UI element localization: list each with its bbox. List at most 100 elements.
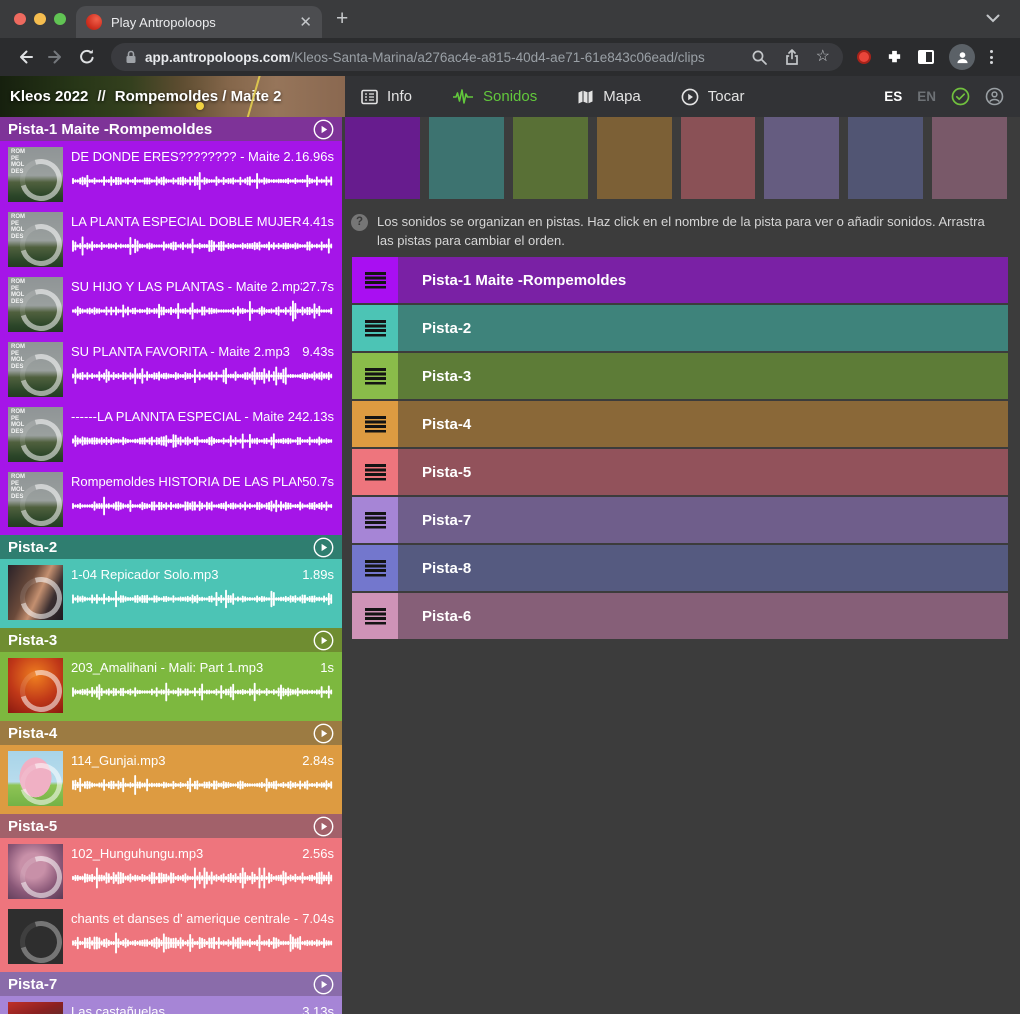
pista-section-title[interactable]: Pista-7 bbox=[8, 976, 313, 993]
macos-close-button[interactable] bbox=[14, 13, 26, 25]
track-row-label[interactable]: Pista-3 bbox=[398, 368, 471, 385]
track-row[interactable]: Pista-8 bbox=[352, 545, 1008, 591]
clip-thumbnail[interactable]: ROM PE MOL DES bbox=[8, 212, 63, 267]
forward-icon[interactable] bbox=[43, 44, 69, 70]
breadcrumb-project[interactable]: Kleos 2022 bbox=[10, 88, 88, 105]
pista-section-title[interactable]: Pista-1 Maite -Rompemoldes bbox=[8, 121, 313, 138]
clip-waveform[interactable] bbox=[71, 170, 334, 192]
track-drag-handle[interactable] bbox=[352, 353, 398, 399]
bookmark-star-icon[interactable]: ☆ bbox=[816, 49, 830, 65]
pista-play-icon[interactable] bbox=[313, 723, 334, 744]
audio-clip[interactable]: Las castañuelas 3.13s bbox=[8, 1002, 334, 1014]
audio-clip[interactable]: ROM PE MOL DES SU PLANTA FAVORITA - Mait… bbox=[8, 342, 334, 397]
clip-thumbnail[interactable] bbox=[8, 909, 63, 964]
extensions-puzzle-icon[interactable] bbox=[886, 49, 903, 66]
track-row[interactable]: Pista-2 bbox=[352, 305, 1008, 351]
browser-menu-icon[interactable] bbox=[990, 50, 993, 64]
audio-clip[interactable]: 102_Hunguhungu.mp3 2.56s bbox=[8, 844, 334, 899]
share-icon[interactable] bbox=[784, 49, 800, 66]
clip-thumbnail[interactable] bbox=[8, 565, 63, 620]
tab-info[interactable]: Info bbox=[361, 88, 412, 105]
audio-clip[interactable]: 203_Amalihani - Mali: Part 1.mp3 1s bbox=[8, 658, 334, 713]
audio-clip[interactable]: chants et danses d' amerique centrale - … bbox=[8, 909, 334, 964]
audio-clip[interactable]: ROM PE MOL DES ------LA PLANNTA ESPECIAL… bbox=[8, 407, 334, 462]
track-row[interactable]: Pista-4 bbox=[352, 401, 1008, 447]
clip-waveform[interactable] bbox=[71, 867, 334, 889]
track-drag-handle[interactable] bbox=[352, 593, 398, 639]
reload-icon[interactable] bbox=[74, 44, 100, 70]
record-extension-icon[interactable] bbox=[857, 50, 871, 64]
pista-section-title[interactable]: Pista-4 bbox=[8, 725, 313, 742]
clip-thumbnail[interactable]: ROM PE MOL DES bbox=[8, 407, 63, 462]
audio-clip[interactable]: ROM PE MOL DES SU HIJO Y LAS PLANTAS - M… bbox=[8, 277, 334, 332]
pista-play-icon[interactable] bbox=[313, 537, 334, 558]
pista-section-title[interactable]: Pista-3 bbox=[8, 632, 313, 649]
profile-avatar[interactable] bbox=[949, 44, 975, 70]
track-drag-handle[interactable] bbox=[352, 545, 398, 591]
tab-close-icon[interactable]: ✕ bbox=[299, 15, 312, 30]
track-row-label[interactable]: Pista-8 bbox=[398, 560, 471, 577]
browser-tab[interactable]: Play Antropoloops ✕ bbox=[76, 6, 322, 38]
audio-clip[interactable]: ROM PE MOL DES Rompemoldes HISTORIA DE L… bbox=[8, 472, 334, 527]
account-icon[interactable] bbox=[985, 87, 1004, 106]
track-row[interactable]: Pista-7 bbox=[352, 497, 1008, 543]
track-drag-handle[interactable] bbox=[352, 497, 398, 543]
language-en[interactable]: EN bbox=[917, 89, 936, 104]
clip-waveform[interactable] bbox=[71, 588, 334, 610]
pista-play-icon[interactable] bbox=[313, 974, 334, 995]
pista-play-icon[interactable] bbox=[313, 630, 334, 651]
tab-sonidos[interactable]: Sonidos bbox=[452, 88, 537, 105]
track-row-label[interactable]: Pista-7 bbox=[398, 512, 471, 529]
clip-thumbnail[interactable] bbox=[8, 658, 63, 713]
track-drag-handle[interactable] bbox=[352, 257, 398, 303]
audio-clip[interactable]: 1-04 Repicador Solo.mp3 1.89s bbox=[8, 565, 334, 620]
track-row[interactable]: Pista-6 bbox=[352, 593, 1008, 639]
pista-section-title[interactable]: Pista-5 bbox=[8, 818, 313, 835]
track-drag-handle[interactable] bbox=[352, 449, 398, 495]
track-row-label[interactable]: Pista-5 bbox=[398, 464, 471, 481]
macos-minimize-button[interactable] bbox=[34, 13, 46, 25]
pista-section-header[interactable]: Pista-3 bbox=[0, 628, 342, 652]
track-row[interactable]: Pista-3 bbox=[352, 353, 1008, 399]
pista-section-header[interactable]: Pista-5 bbox=[0, 814, 342, 838]
new-tab-icon[interactable]: + bbox=[336, 7, 348, 31]
side-panel-icon[interactable] bbox=[918, 50, 934, 64]
clip-thumbnail[interactable]: ROM PE MOL DES bbox=[8, 277, 63, 332]
pista-section-header[interactable]: Pista-2 bbox=[0, 535, 342, 559]
track-row[interactable]: Pista-5 bbox=[352, 449, 1008, 495]
pista-play-icon[interactable] bbox=[313, 816, 334, 837]
track-row-label[interactable]: Pista-6 bbox=[398, 608, 471, 625]
clip-waveform[interactable] bbox=[71, 235, 334, 257]
audio-clip[interactable]: ROM PE MOL DES DE DONDE ERES???????? - M… bbox=[8, 147, 334, 202]
track-drag-handle[interactable] bbox=[352, 401, 398, 447]
clip-thumbnail[interactable]: ROM PE MOL DES bbox=[8, 472, 63, 527]
clip-waveform[interactable] bbox=[71, 495, 334, 517]
clip-thumbnail[interactable] bbox=[8, 751, 63, 806]
track-row[interactable]: Pista-1 Maite -Rompemoldes bbox=[352, 257, 1008, 303]
pista-section-header[interactable]: Pista-4 bbox=[0, 721, 342, 745]
clip-waveform[interactable] bbox=[71, 932, 334, 954]
track-row-label[interactable]: Pista-1 Maite -Rompemoldes bbox=[398, 272, 626, 289]
track-row-label[interactable]: Pista-4 bbox=[398, 416, 471, 433]
breadcrumb[interactable]: Kleos 2022 // Rompemoldes / Maite 2 bbox=[0, 76, 345, 117]
clip-waveform[interactable] bbox=[71, 774, 334, 796]
track-drag-handle[interactable] bbox=[352, 305, 398, 351]
audio-clip[interactable]: ROM PE MOL DES LA PLANTA ESPECIAL DOBLE … bbox=[8, 212, 334, 267]
clip-waveform[interactable] bbox=[71, 681, 334, 703]
tab-mapa[interactable]: Mapa bbox=[577, 88, 641, 105]
tab-search-chevron-icon[interactable] bbox=[986, 14, 1000, 23]
language-es[interactable]: ES bbox=[884, 89, 902, 104]
clip-thumbnail[interactable] bbox=[8, 844, 63, 899]
back-icon[interactable] bbox=[12, 44, 38, 70]
clip-waveform[interactable] bbox=[71, 300, 334, 322]
macos-zoom-button[interactable] bbox=[54, 13, 66, 25]
url-bar[interactable]: app.antropoloops.com/Kleos-Santa-Marina/… bbox=[111, 43, 843, 71]
clip-waveform[interactable] bbox=[71, 430, 334, 452]
audio-clip[interactable]: 114_Gunjai.mp3 2.84s bbox=[8, 751, 334, 806]
track-row-label[interactable]: Pista-2 bbox=[398, 320, 471, 337]
clip-thumbnail[interactable]: ROM PE MOL DES bbox=[8, 342, 63, 397]
pista-section-title[interactable]: Pista-2 bbox=[8, 539, 313, 556]
zoom-search-icon[interactable] bbox=[751, 49, 768, 66]
tab-tocar[interactable]: Tocar bbox=[681, 88, 745, 106]
pista-section-header[interactable]: Pista-7 bbox=[0, 972, 342, 996]
